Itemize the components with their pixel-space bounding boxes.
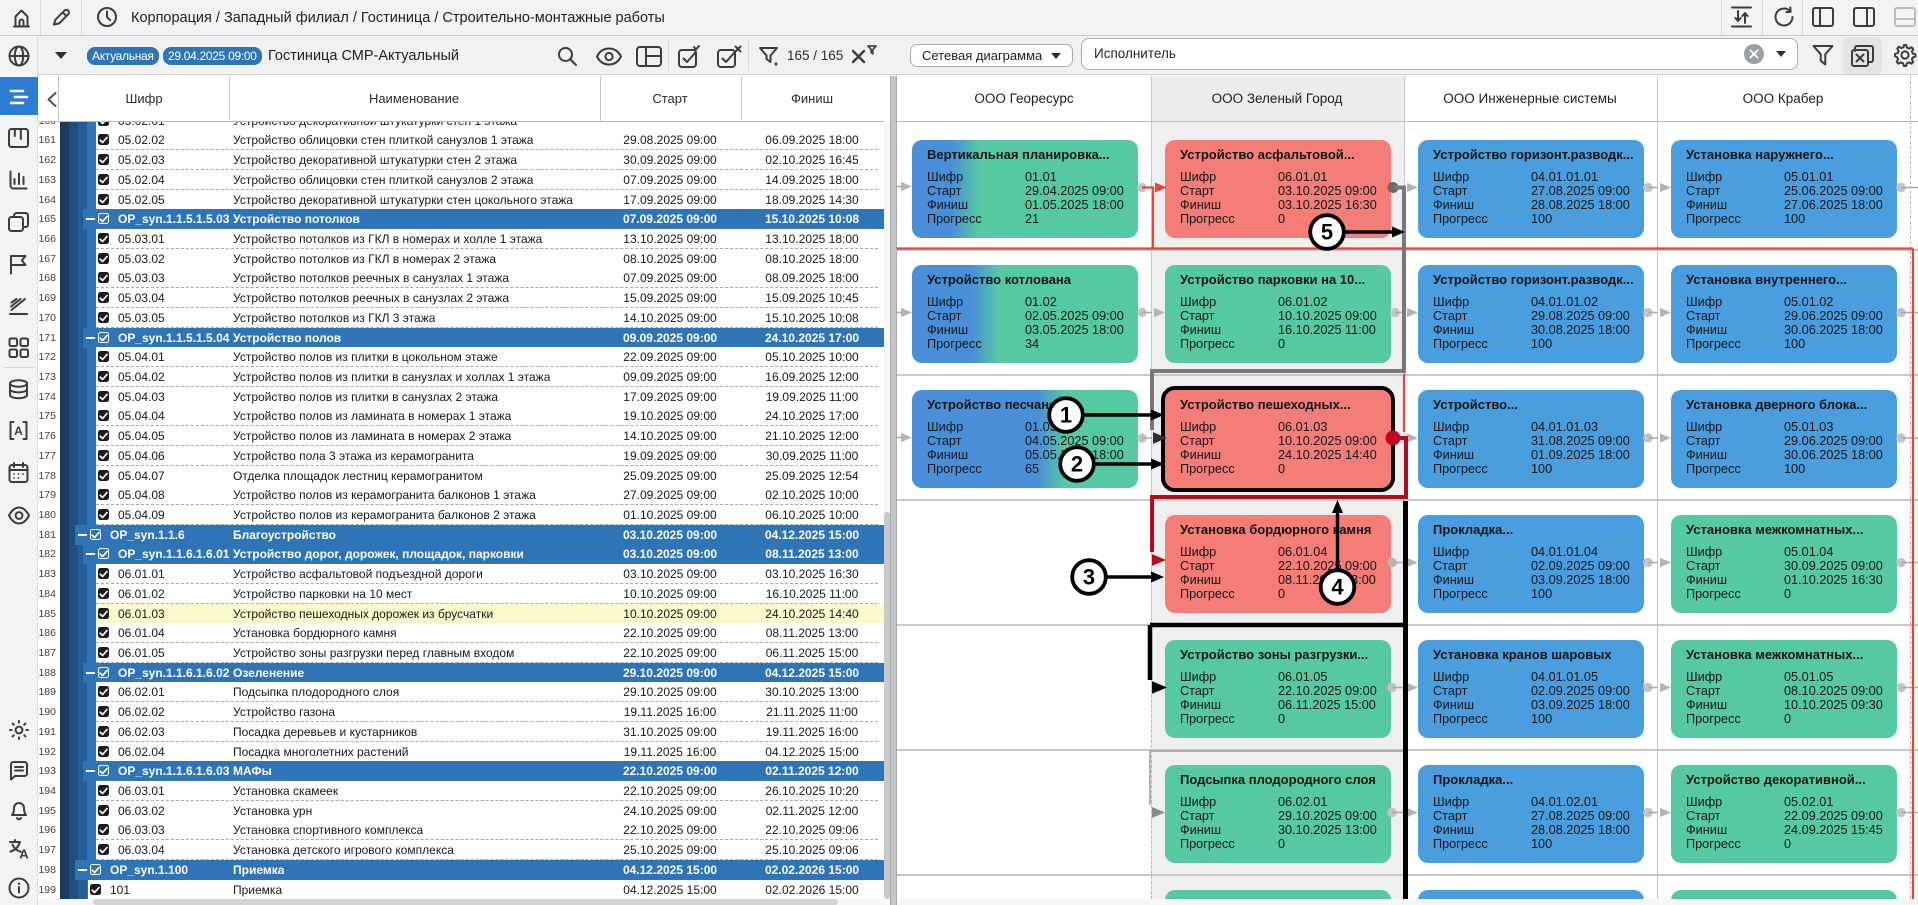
svg-text:4: 4 [1331,575,1344,600]
svg-text:3: 3 [1083,565,1095,590]
svg-text:A: A [19,847,29,862]
svg-text:1: 1 [1060,403,1072,428]
svg-text:A: A [14,424,23,438]
svg-text:5: 5 [1321,220,1333,245]
svg-text:2: 2 [1071,452,1083,477]
